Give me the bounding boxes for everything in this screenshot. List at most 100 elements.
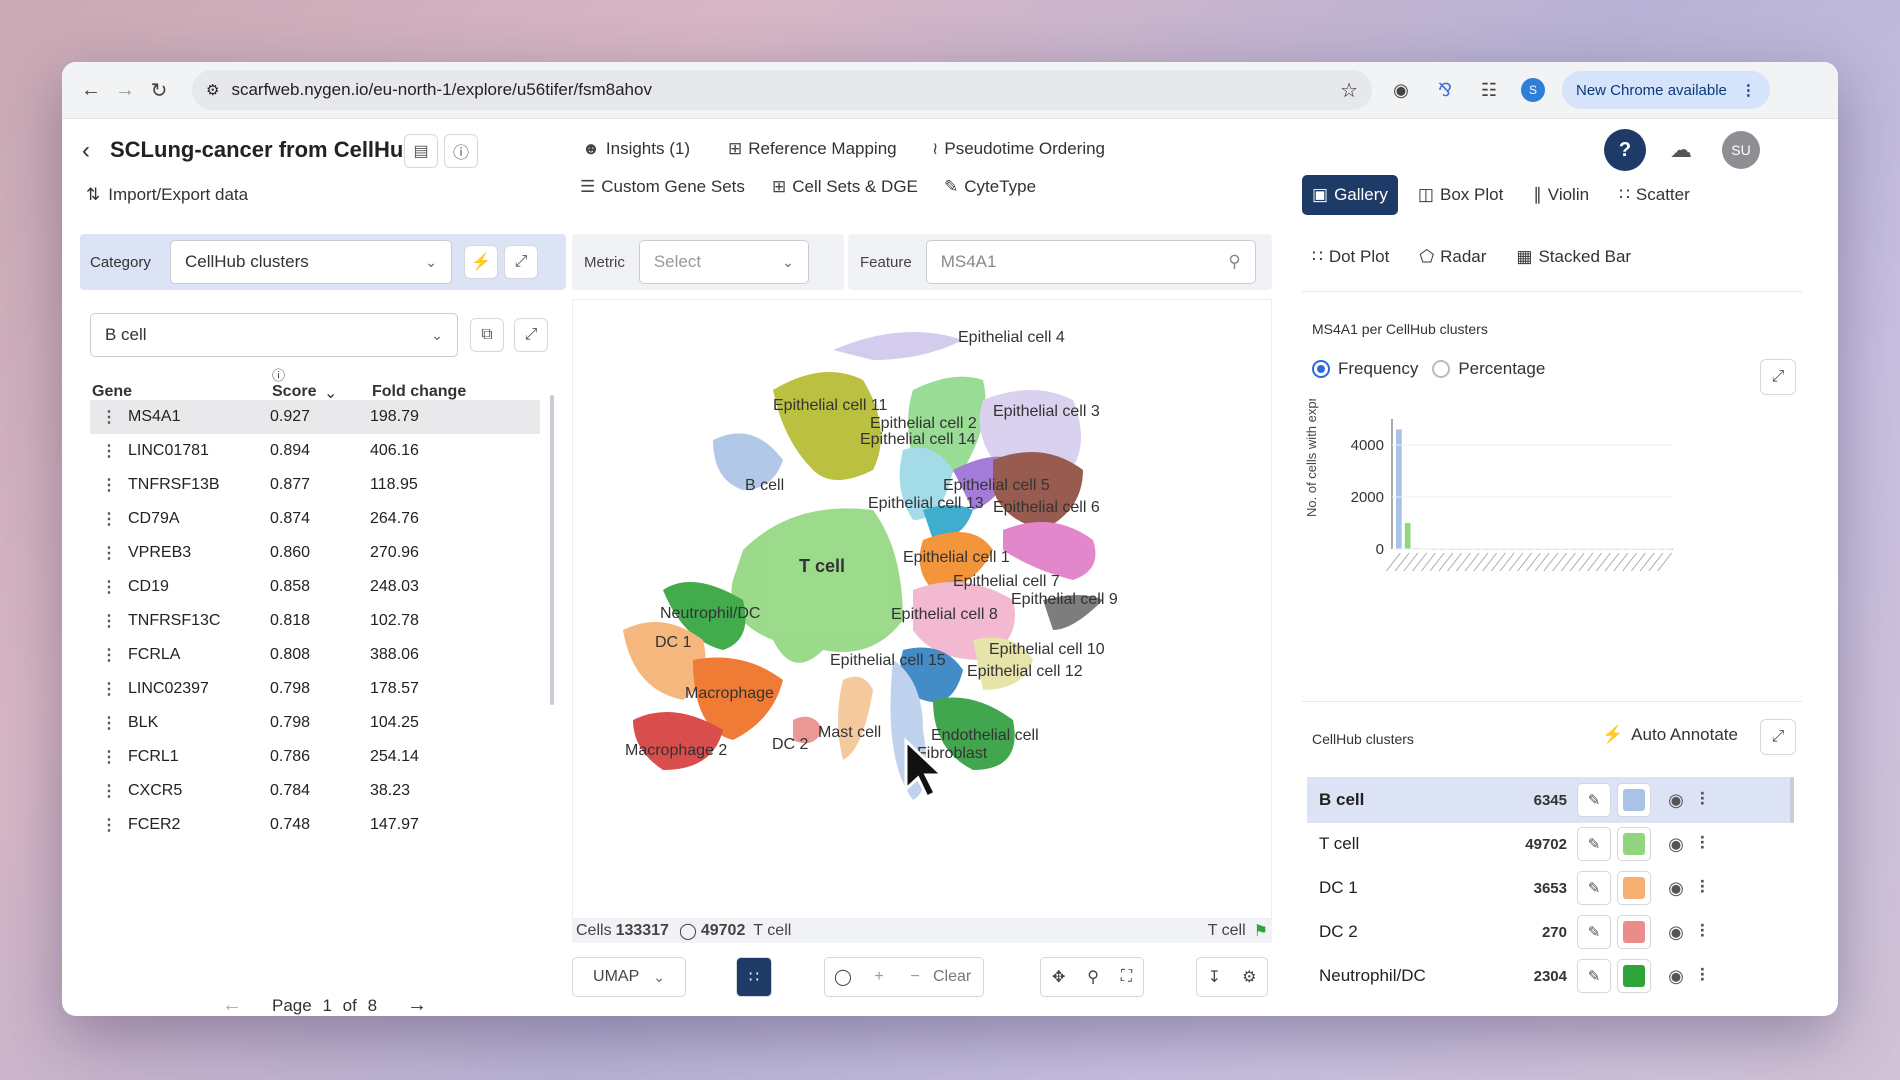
color-swatch-button[interactable] xyxy=(1617,959,1651,993)
bookmark-star-icon[interactable]: ☆ xyxy=(1340,78,1358,103)
prev-page-arrow-icon[interactable]: ← xyxy=(222,994,242,1016)
tab-violin[interactable]: ∥ Violin xyxy=(1523,175,1599,215)
auto-annotate-button[interactable]: ⚡ Auto Annotate xyxy=(1602,725,1738,745)
color-swatch-button[interactable] xyxy=(1617,915,1651,949)
lightning-icon[interactable]: ⚡ xyxy=(464,245,498,279)
row-menu-icon[interactable]: ⋮ xyxy=(90,441,128,461)
help-circle-icon[interactable]: ⓘ xyxy=(272,365,285,384)
row-menu-icon[interactable]: ⋮ xyxy=(90,713,128,733)
table-row[interactable]: ⋮ LINC02397 0.798 178.57 xyxy=(90,672,540,706)
pseudotime-button[interactable]: ≀ Pseudotime Ordering xyxy=(932,139,1105,159)
edit-pencil-icon[interactable]: ✎ xyxy=(1577,783,1611,817)
chart-bar[interactable] xyxy=(1404,523,1411,549)
table-scrollbar[interactable] xyxy=(550,395,554,705)
edit-pencil-icon[interactable]: ✎ xyxy=(1577,915,1611,949)
forward-arrow-icon[interactable]: → xyxy=(108,73,142,107)
update-chrome-button[interactable]: New Chrome available ⋮ xyxy=(1562,71,1770,109)
row-menu-icon[interactable]: ⋮ xyxy=(90,747,128,767)
zoom-icon[interactable]: ⚲ xyxy=(1087,967,1099,987)
drag-handle-icon[interactable]: ⠇ xyxy=(1693,966,1717,987)
import-export-link[interactable]: ⇅ Import/Export data xyxy=(86,185,248,205)
tab-gallery[interactable]: ▣ Gallery xyxy=(1302,175,1398,215)
color-swatch-button[interactable] xyxy=(1617,783,1651,817)
table-row[interactable]: ⋮ CD19 0.858 248.03 xyxy=(90,570,540,604)
user-avatar[interactable]: SU xyxy=(1722,131,1760,169)
expand-icon[interactable]: ⤢ xyxy=(504,245,538,279)
eye-icon[interactable]: ◉ xyxy=(1659,966,1693,987)
radio-percentage[interactable] xyxy=(1432,360,1451,378)
settings-gear-icon[interactable]: ⚙ xyxy=(1242,967,1256,987)
minus-icon[interactable]: − xyxy=(897,968,933,986)
tab-box-plot[interactable]: ◫ Box Plot xyxy=(1408,175,1513,215)
table-row[interactable]: ⋮ CXCR5 0.784 38.23 xyxy=(90,774,540,808)
cluster-row[interactable]: Neutrophil/DC 2304 ✎ ◉ ⠇ xyxy=(1307,953,1793,999)
drag-handle-icon[interactable]: ⠇ xyxy=(1693,922,1717,943)
clear-button[interactable]: Clear xyxy=(933,968,971,986)
chart-bar[interactable] xyxy=(1396,429,1402,549)
back-arrow-icon[interactable]: ← xyxy=(74,73,108,107)
color-swatch-button[interactable] xyxy=(1617,827,1651,861)
table-row[interactable]: ⋮ LINC01781 0.894 406.16 xyxy=(90,434,540,468)
row-menu-icon[interactable]: ⋮ xyxy=(90,645,128,665)
info-icon[interactable]: ⓘ xyxy=(444,134,478,168)
row-menu-icon[interactable]: ⋮ xyxy=(90,781,128,801)
cluster-row[interactable]: T cell 49702 ✎ ◉ ⠇ xyxy=(1307,821,1793,867)
profile-avatar[interactable]: S xyxy=(1518,75,1548,105)
cloud-settings-icon[interactable]: ☁ xyxy=(1670,137,1692,163)
fit-view-icon[interactable]: ⛶ xyxy=(1121,968,1132,986)
expand-icon[interactable]: ⤢ xyxy=(514,318,548,352)
edit-pencil-icon[interactable]: ✎ xyxy=(1577,959,1611,993)
pan-icon[interactable]: ✥ xyxy=(1052,967,1065,987)
cytetype-button[interactable]: ✎ CyteType xyxy=(944,177,1036,197)
row-menu-icon[interactable]: ⋮ xyxy=(90,611,128,631)
cluster-select[interactable]: B cell ⌄ xyxy=(90,313,458,357)
extension-shield-icon[interactable]: ◉ xyxy=(1386,75,1416,105)
drag-handle-icon[interactable]: ⠇ xyxy=(1693,790,1717,811)
row-menu-icon[interactable]: ⋮ xyxy=(90,509,128,529)
table-row[interactable]: ⋮ TNFRSF13C 0.818 102.78 xyxy=(90,604,540,638)
cluster-row[interactable]: B cell 6345 ✎ ◉ ⠇ xyxy=(1307,777,1793,823)
extensions-puzzle-icon[interactable]: ☷ xyxy=(1474,75,1504,105)
table-row[interactable]: ⋮ FCRLA 0.808 388.06 xyxy=(90,638,540,672)
gene-column-header[interactable]: Gene xyxy=(92,383,132,401)
expand-icon[interactable]: ⤢ xyxy=(1760,719,1796,755)
plus-icon[interactable]: + xyxy=(861,968,897,986)
scatter-mode-icon[interactable]: ∷ xyxy=(736,957,772,997)
row-menu-icon[interactable]: ⋮ xyxy=(90,577,128,597)
row-menu-icon[interactable]: ⋮ xyxy=(90,679,128,699)
radio-frequency[interactable] xyxy=(1312,360,1330,378)
eye-icon[interactable]: ◉ xyxy=(1659,834,1693,855)
metric-select[interactable]: Select ⌄ xyxy=(638,240,809,284)
embedding-select[interactable]: UMAP ⌄ xyxy=(572,957,686,997)
site-settings-icon[interactable]: ⚙ xyxy=(206,81,219,99)
eye-icon[interactable]: ◉ xyxy=(1659,922,1693,943)
drag-handle-icon[interactable]: ⠇ xyxy=(1693,878,1717,899)
custom-gene-sets-button[interactable]: ☰ Custom Gene Sets xyxy=(580,177,745,197)
expand-icon[interactable]: ⤢ xyxy=(1760,359,1796,395)
fold-column-header[interactable]: Fold change xyxy=(372,383,466,401)
back-chevron-icon[interactable]: ‹ xyxy=(82,137,90,165)
reload-icon[interactable]: ↻ xyxy=(142,73,176,107)
umap-plot[interactable]: Epithelial cell 4 Epithelial cell 11 Epith… xyxy=(572,299,1272,919)
row-menu-icon[interactable]: ⋮ xyxy=(90,543,128,563)
table-row[interactable]: ⋮ BLK 0.798 104.25 xyxy=(90,706,540,740)
cell-sets-button[interactable]: ⊞ Cell Sets & DGE xyxy=(772,177,918,197)
cluster-row[interactable]: DC 1 3653 ✎ ◉ ⠇ xyxy=(1307,865,1793,911)
row-menu-icon[interactable]: ⋮ xyxy=(90,815,128,835)
table-row[interactable]: ⋮ MS4A1 0.927 198.79 xyxy=(90,400,540,434)
lasso-select-icon[interactable]: ◯ xyxy=(825,967,861,987)
table-row[interactable]: ⋮ TNFRSF13B 0.877 118.95 xyxy=(90,468,540,502)
edit-pencil-icon[interactable]: ✎ xyxy=(1577,827,1611,861)
edit-pencil-icon[interactable]: ✎ xyxy=(1577,871,1611,905)
next-page-arrow-icon[interactable]: → xyxy=(407,994,427,1016)
copy-icon[interactable]: ⧉ xyxy=(470,318,504,352)
umap-canvas[interactable]: Epithelial cell 4Epithelial cell 11Epith… xyxy=(573,300,1273,920)
insights-button[interactable]: ☻ Insights (1) xyxy=(582,139,690,159)
row-menu-icon[interactable]: ⋮ xyxy=(90,475,128,495)
comment-icon[interactable]: ▤ xyxy=(404,134,438,168)
eye-icon[interactable]: ◉ xyxy=(1659,878,1693,899)
tab-stacked-bar[interactable]: ▦ Stacked Bar xyxy=(1506,237,1641,277)
feature-search-input[interactable]: MS4A1 ⚲ xyxy=(925,240,1256,284)
assistant-icon[interactable]: ? xyxy=(1604,129,1646,171)
url-text[interactable]: scarfweb.nygen.io/eu-north-1/explore/u56… xyxy=(231,80,1328,100)
